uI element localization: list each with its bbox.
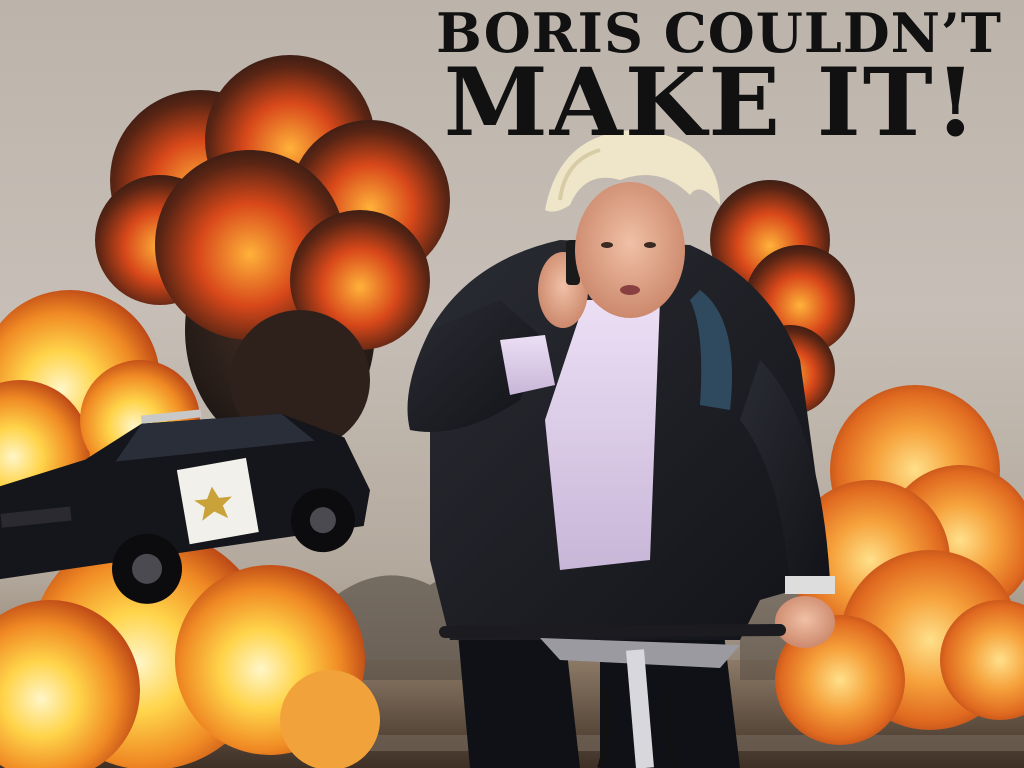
meme-image: BORIS COULDN’T MAKE IT! — [0, 0, 1024, 768]
headline: BORIS COULDN’T MAKE IT! — [362, 6, 1002, 159]
headline-line-2: MAKE IT! — [443, 48, 978, 159]
